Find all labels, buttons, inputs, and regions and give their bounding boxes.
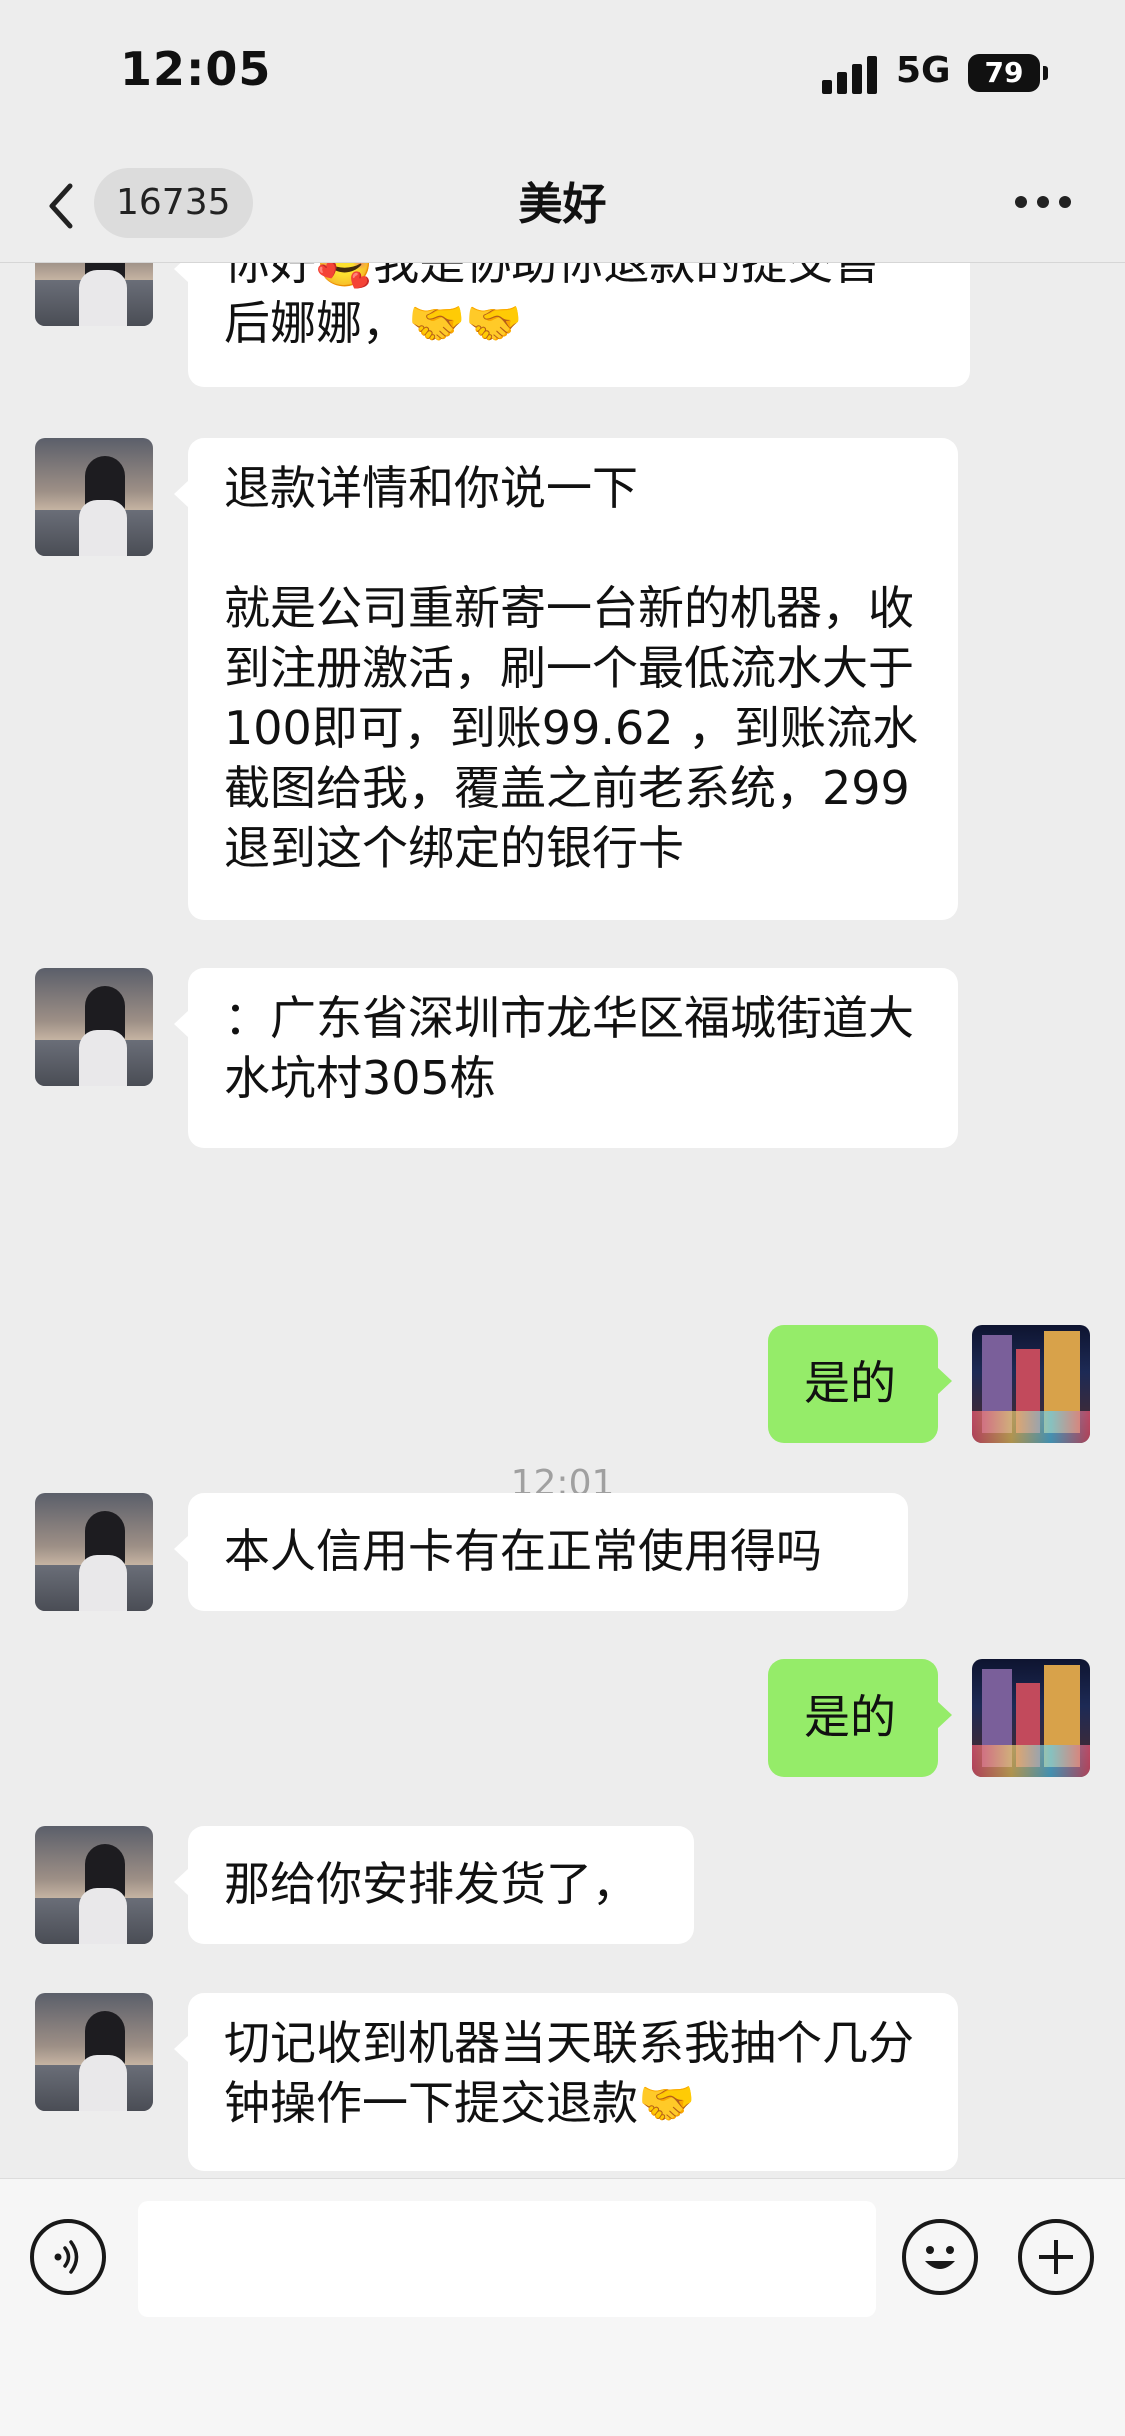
chat-title: 美好 — [518, 179, 607, 230]
battery-tip — [1043, 66, 1048, 80]
user-avatar[interactable] — [972, 1659, 1090, 1777]
signal-icon — [822, 54, 878, 94]
input-bar — [0, 2178, 1125, 2436]
chat-history[interactable]: 你好🥰我是协助你退款的提交售 后娜娜，🤝🤝 退款详情和你说一下 就是公司重新寄一… — [0, 263, 1125, 2178]
contact-avatar[interactable] — [35, 438, 153, 556]
emoji-icon[interactable] — [902, 2219, 978, 2295]
contact-avatar[interactable] — [35, 1493, 153, 1611]
ellipsis-icon[interactable] — [1015, 196, 1071, 210]
status-time: 12:05 — [120, 42, 272, 96]
user-avatar[interactable] — [972, 1325, 1090, 1443]
message-bubble[interactable]: 切记收到机器当天联系我抽个几分钟操作一下提交退款🤝 — [174, 1993, 958, 2171]
message-bubble[interactable]: 退款详情和你说一下 就是公司重新寄一台新的机器，收到注册激活，刷一个最低流水大于… — [174, 438, 958, 920]
message-bubble[interactable]: 你好🥰我是协助你退款的提交售 后娜娜，🤝🤝 — [174, 263, 970, 387]
message-bubble-sent[interactable]: 是的 — [768, 1659, 952, 1777]
nav-bar: 16735 美好 — [0, 150, 1125, 263]
message-bubble-sent[interactable]: 是的 — [768, 1325, 952, 1443]
message-bubble[interactable]: 本人信用卡有在正常使用得吗 — [174, 1493, 908, 1611]
network-type: 5G — [896, 50, 951, 91]
voice-icon[interactable] — [30, 2219, 106, 2295]
status-bar: 12:05 5G 79 — [0, 0, 1125, 150]
message-bubble[interactable]: 那给你安排发货了， — [174, 1826, 694, 1944]
message-input[interactable] — [138, 2201, 876, 2317]
contact-avatar[interactable] — [35, 263, 153, 326]
message-bubble[interactable]: ：广东省深圳市龙华区福城街道大水坑村305栋 — [174, 968, 958, 1148]
battery-icon: 79 — [968, 54, 1040, 92]
contact-avatar[interactable] — [35, 1993, 153, 2111]
contact-avatar[interactable] — [35, 1826, 153, 1944]
contact-avatar[interactable] — [35, 968, 153, 1086]
plus-icon[interactable] — [1018, 2219, 1094, 2295]
